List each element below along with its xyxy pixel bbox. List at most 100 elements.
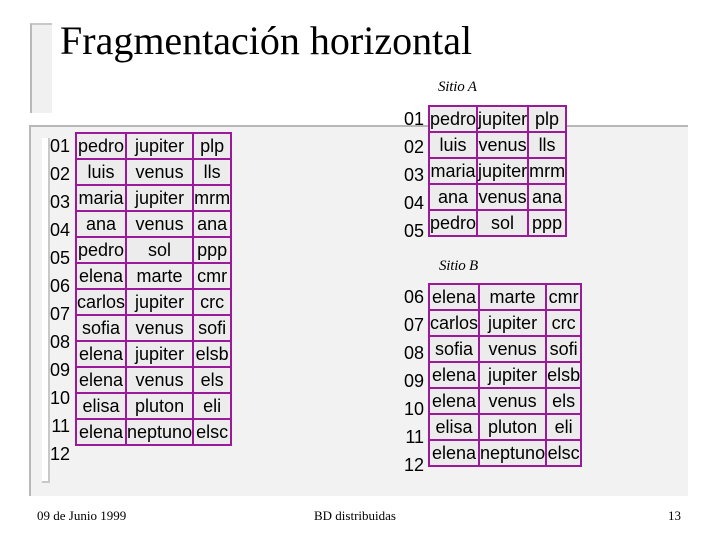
row-id: 05 <box>403 221 424 241</box>
table-cell: pluton <box>478 413 548 441</box>
table-row: elena venus els <box>74 366 233 394</box>
table-cell: sol <box>476 209 530 237</box>
footer-course: BD distribuidas <box>314 508 396 523</box>
table-row: ana venus ana <box>74 210 233 238</box>
table-cell: pedro <box>427 209 479 237</box>
table-row: elisa pluton eli <box>427 413 583 441</box>
table-cell: elena <box>427 439 481 467</box>
table-cell: crc <box>192 288 233 316</box>
table-cell: venus <box>125 210 195 238</box>
table-cell: ana <box>427 183 479 211</box>
table-cell: elisa <box>427 413 481 441</box>
row-id-column: 01 02 03 04 05 06 07 08 09 10 11 12 <box>40 132 70 468</box>
table-cell: marte <box>478 283 548 311</box>
row-id: 04 <box>49 220 70 240</box>
table-row: carlos jupiter crc <box>427 309 583 337</box>
row-id: 06 <box>403 287 424 307</box>
table-row: carlos jupiter crc <box>74 288 233 316</box>
row-id: 01 <box>403 109 424 129</box>
table-row: sofia venus sofi <box>74 314 233 342</box>
table-cell: elisa <box>74 392 128 420</box>
table-cell: sofia <box>74 314 128 342</box>
table-cell: sofia <box>427 335 481 363</box>
table-cell: luis <box>427 131 479 159</box>
row-id: 01 <box>49 136 70 156</box>
table-cell: plp <box>192 132 233 160</box>
table-row: pedro jupiter plp <box>74 132 233 160</box>
table-row: sofia venus sofi <box>427 335 583 363</box>
table-row: maria jupiter mrm <box>427 157 568 185</box>
table-row: elena marte cmr <box>427 283 583 311</box>
row-id: 11 <box>405 427 424 447</box>
table-cell: maria <box>427 157 479 185</box>
table-cell: venus <box>125 366 195 394</box>
table-cell: els <box>192 366 233 394</box>
table-cell: elsc <box>192 418 233 446</box>
table-cell: jupiter <box>478 309 548 337</box>
table-row: pedro sol ppp <box>427 209 568 237</box>
table-cell: eli <box>192 392 233 420</box>
table-cell: ana <box>74 210 128 238</box>
table-cell: jupiter <box>125 132 195 160</box>
table-cell: eli <box>545 413 583 441</box>
table-cell: ana <box>527 183 568 211</box>
relation-table: pedro jupiter plp luis venus lls maria jupiter m… <box>74 132 233 446</box>
slide-title: Fragmentación horizontal <box>60 18 473 63</box>
table-row: elisa pluton eli <box>74 392 233 420</box>
table-row: elena neptuno elsc <box>427 439 583 467</box>
table-row: elena neptuno elsc <box>74 418 233 446</box>
row-id: 06 <box>49 276 70 296</box>
table-cell: cmr <box>545 283 583 311</box>
table-cell: elena <box>74 366 128 394</box>
table-cell: carlos <box>427 309 481 337</box>
table-cell: ppp <box>527 209 568 237</box>
table-row: elena marte cmr <box>74 262 233 290</box>
table-cell: elena <box>427 387 481 415</box>
row-id: 07 <box>49 304 70 324</box>
row-id: 02 <box>49 164 70 184</box>
table-cell: jupiter <box>125 184 195 212</box>
row-id-column: 01 02 03 04 05 <box>394 105 424 245</box>
table-cell: jupiter <box>125 340 195 368</box>
table-row: pedro jupiter plp <box>427 105 568 133</box>
row-id: 03 <box>403 165 424 185</box>
title-decoration <box>30 23 52 113</box>
table-row: ana venus ana <box>427 183 568 211</box>
table-cell: jupiter <box>478 361 548 389</box>
table-cell: elsb <box>192 340 233 368</box>
row-id-column: 06 07 08 09 10 11 12 <box>394 283 424 479</box>
table-row: elena jupiter elsb <box>74 340 233 368</box>
table-cell: sofi <box>545 335 583 363</box>
table-cell: plp <box>527 105 568 133</box>
row-id: 10 <box>403 399 424 419</box>
table-row: luis venus lls <box>74 158 233 186</box>
table-cell: crc <box>545 309 583 337</box>
table-cell: elena <box>427 361 481 389</box>
row-id: 08 <box>49 332 70 352</box>
table-cell: elena <box>74 262 128 290</box>
table-cell: neptuno <box>125 418 195 446</box>
table-cell: elena <box>74 418 128 446</box>
table-cell: pedro <box>74 132 128 160</box>
table-cell: lls <box>527 131 568 159</box>
table-cell: pedro <box>427 105 479 133</box>
table-cell: venus <box>125 314 195 342</box>
table-cell: cmr <box>192 262 233 290</box>
row-id: 12 <box>403 455 424 475</box>
table-cell: sol <box>125 236 195 264</box>
row-id: 10 <box>49 388 70 408</box>
table-cell: venus <box>476 131 530 159</box>
table-row: maria jupiter mrm <box>74 184 233 212</box>
table-row: luis venus lls <box>427 131 568 159</box>
table-cell: mrm <box>192 184 233 212</box>
table-cell: neptuno <box>478 439 548 467</box>
table-cell: pluton <box>125 392 195 420</box>
table-cell: jupiter <box>125 288 195 316</box>
table-cell: pedro <box>74 236 128 264</box>
table-cell: venus <box>476 183 530 211</box>
table-cell: ana <box>192 210 233 238</box>
table-cell: jupiter <box>476 157 530 185</box>
fragment-table: pedro jupiter plp luis venus lls maria jupiter m… <box>427 105 568 237</box>
site-b-label: Sitio B <box>439 258 479 274</box>
table-cell: mrm <box>527 157 568 185</box>
